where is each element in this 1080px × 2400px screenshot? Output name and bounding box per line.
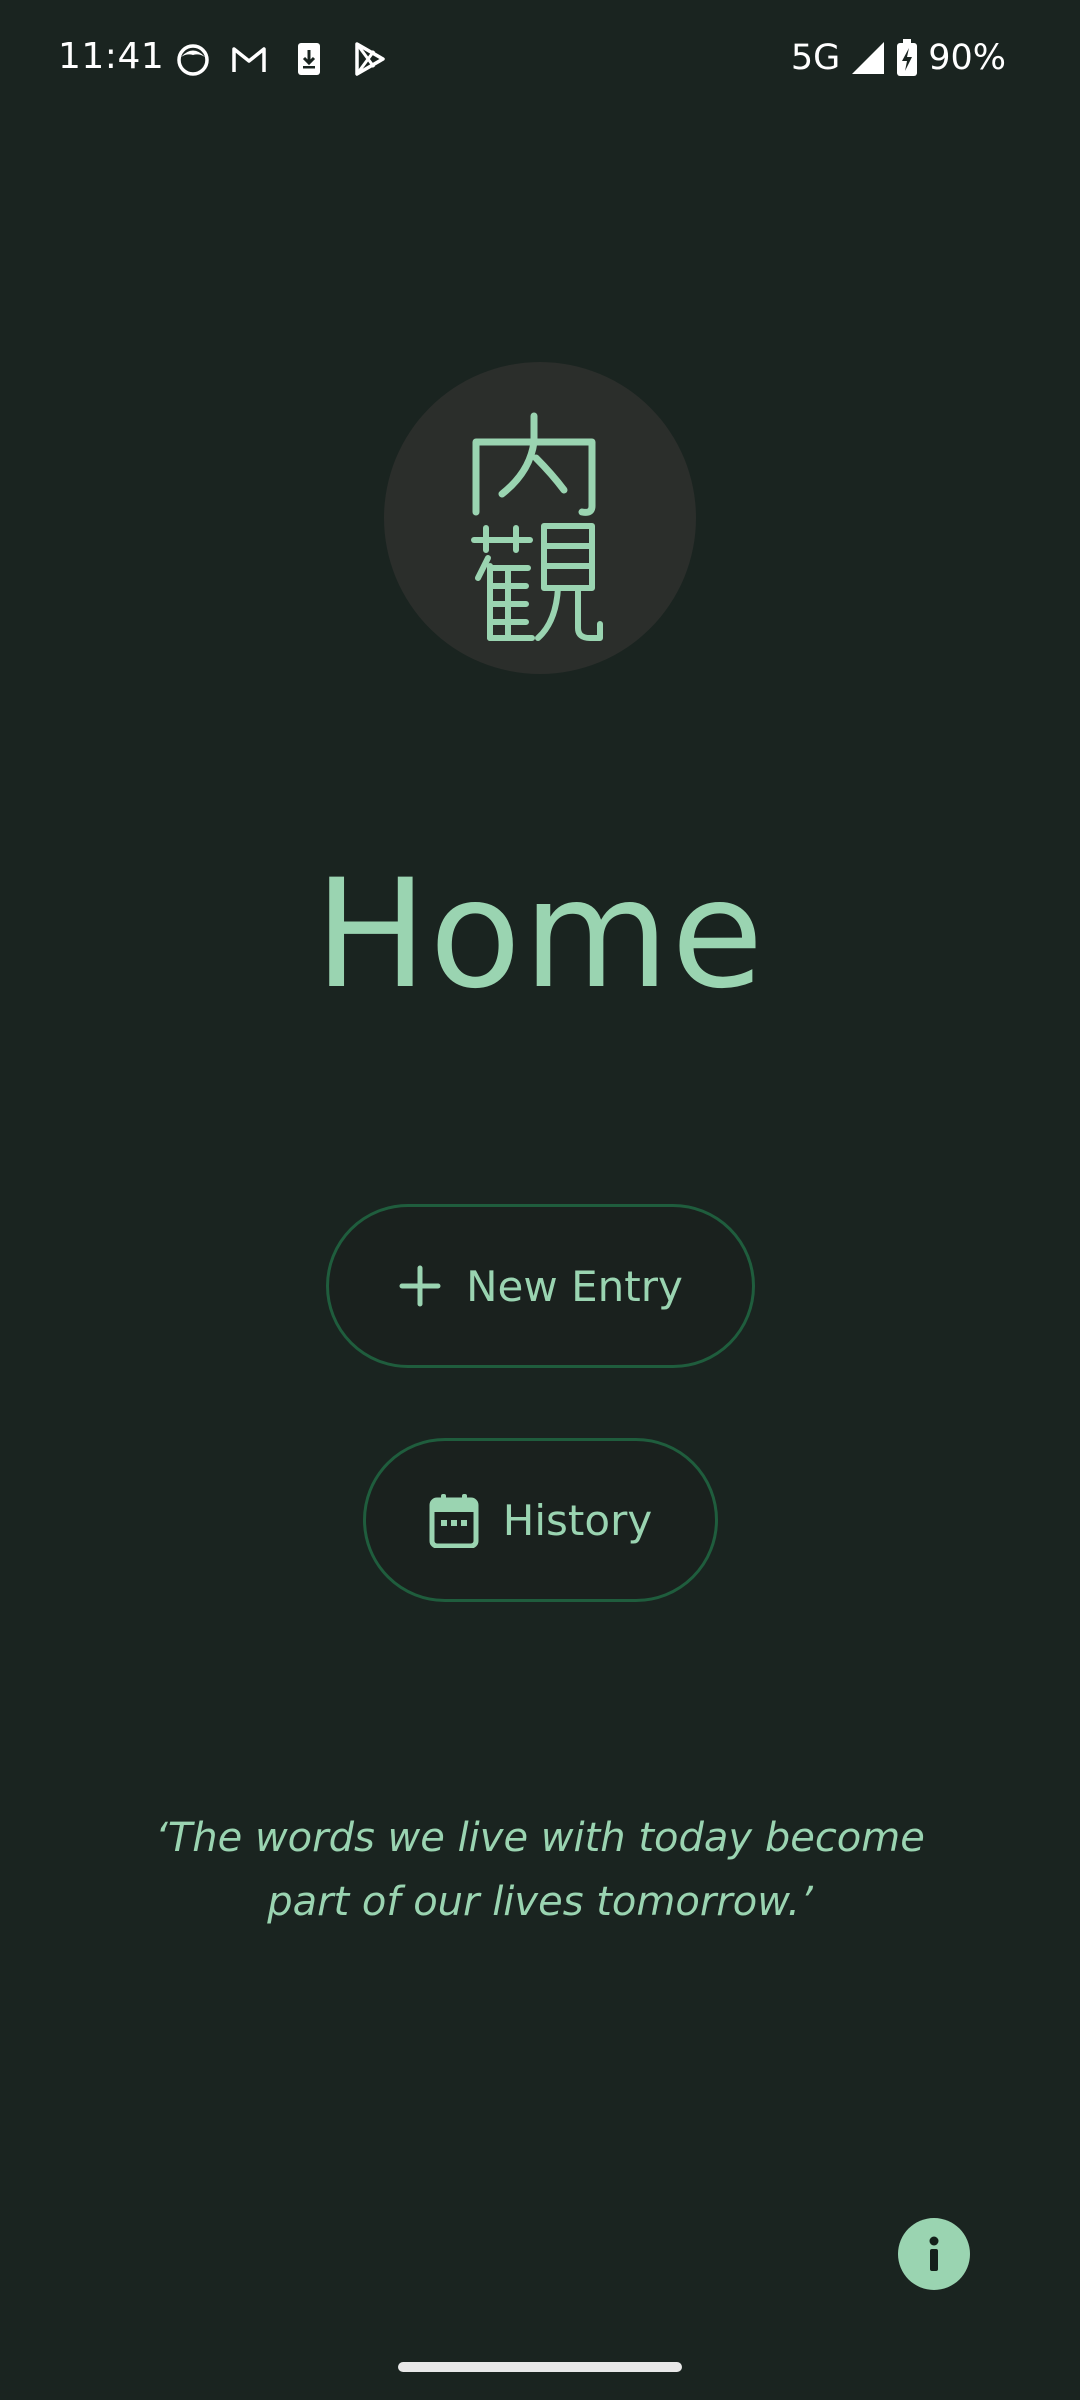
play-store-icon: [355, 42, 385, 76]
calendar-icon: [429, 1494, 479, 1548]
gesture-nav-handle[interactable]: [398, 2362, 682, 2372]
download-icon: [298, 43, 320, 75]
battery-level: 90%: [928, 38, 1006, 78]
status-bar: 11:41 5G 90%: [0, 0, 1080, 118]
page-title: Home: [314, 848, 766, 1022]
history-label: History: [502, 1495, 653, 1545]
new-entry-button[interactable]: New Entry: [326, 1204, 755, 1368]
info-button[interactable]: [898, 2218, 970, 2290]
battery-charging-icon: [897, 39, 918, 76]
face-icon: [177, 44, 209, 76]
gmail-icon: [232, 47, 266, 72]
new-entry-label: New Entry: [466, 1261, 683, 1311]
app-logo: [384, 362, 696, 674]
quote-line-1: ‘The words we live with today become: [155, 1815, 925, 1861]
network-type: 5G: [790, 38, 841, 78]
status-time: 11:41: [58, 36, 165, 77]
status-right: 5G 90%: [791, 36, 1006, 80]
signal-icon: [852, 42, 885, 74]
logo-kanji: [471, 412, 603, 641]
quote: ‘The words we live with today become par…: [120, 1806, 960, 1934]
info-icon: [929, 2236, 939, 2271]
plus-icon: [399, 1265, 441, 1307]
history-button[interactable]: History: [363, 1438, 718, 1602]
home-screen: 11:41 5G 90% Home New Entry History ‘The…: [0, 0, 1080, 2400]
quote-line-2: part of our lives tomorrow.’: [267, 1879, 813, 1925]
